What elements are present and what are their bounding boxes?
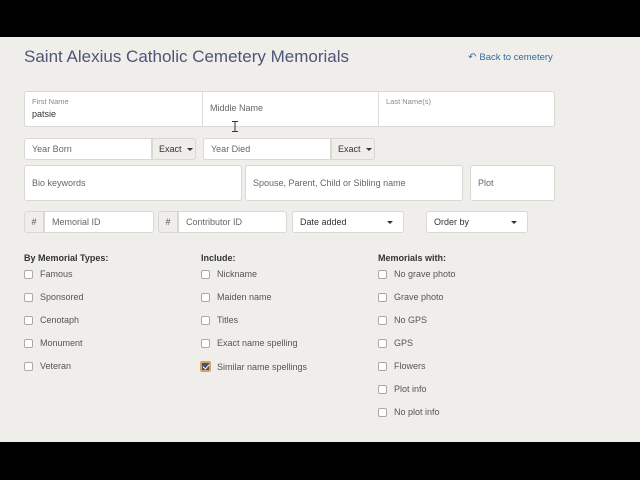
checkbox-box[interactable] — [378, 292, 387, 302]
relatives-placeholder: Spouse, Parent, Child or Sibling name — [253, 178, 406, 188]
relatives-input[interactable]: Spouse, Parent, Child or Sibling name — [245, 165, 463, 201]
year-born-match-dropdown[interactable]: Exact — [152, 138, 196, 160]
middle-name-field[interactable]: Middle Name — [203, 92, 378, 126]
checkbox-box[interactable] — [378, 269, 387, 279]
search-page: Saint Alexius Catholic Cemetery Memorial… — [0, 37, 640, 442]
year-born-placeholder: Year Born — [32, 144, 72, 154]
contributor-id-placeholder: Contributor ID — [186, 217, 243, 227]
memorials-with-heading: Memorials with: — [378, 253, 447, 263]
order-by-value: Order by — [434, 217, 470, 227]
bio-keywords-placeholder: Bio keywords — [32, 178, 86, 188]
checkbox-label: Maiden name — [217, 292, 272, 302]
checkbox-box[interactable] — [378, 407, 387, 417]
name-fields-group: First Name patsie Middle Name Last Name(… — [24, 91, 555, 127]
back-arrow-icon: ↶ — [468, 51, 477, 63]
year-born-input[interactable]: Year Born — [24, 138, 152, 160]
caret-down-icon — [387, 221, 393, 224]
first-name-value: patsie — [32, 109, 57, 119]
checkbox-box[interactable] — [378, 315, 387, 325]
checkbox-similar-name-spellings[interactable]: Similar name spellings — [200, 361, 308, 372]
year-died-placeholder: Year Died — [211, 144, 251, 154]
checkbox-flowers[interactable]: Flowers — [378, 361, 426, 371]
checkbox-label: Veteran — [40, 361, 72, 371]
checkbox-no-plot-info[interactable]: No plot info — [378, 407, 440, 417]
memorial-types-heading: By Memorial Types: — [24, 253, 109, 263]
back-link-label: Back to cemetery — [479, 52, 553, 63]
include-heading: Include: — [201, 253, 236, 263]
checkbox-exact-name-spelling[interactable]: Exact name spelling — [201, 338, 298, 348]
checkbox-label: Monument — [40, 338, 83, 348]
checkbox-box[interactable] — [201, 338, 210, 348]
hash-icon: # — [158, 211, 178, 233]
contributor-id-input[interactable]: Contributor ID — [178, 211, 287, 233]
order-by-select[interactable]: Order by — [426, 211, 528, 233]
checkbox-label: No grave photo — [394, 269, 456, 279]
checkbox-label: Cenotaph — [40, 315, 80, 325]
checkbox-label: Titles — [217, 315, 239, 325]
year-died-input[interactable]: Year Died — [203, 138, 331, 160]
checkbox-label: Grave photo — [394, 292, 444, 302]
checkbox-box[interactable] — [24, 292, 33, 302]
page-title: Saint Alexius Catholic Cemetery Memorial… — [24, 47, 350, 66]
checkbox-label: GPS — [394, 338, 414, 348]
checkbox-sponsored[interactable]: Sponsored — [24, 292, 84, 302]
checkbox-label: Flowers — [394, 361, 426, 371]
checkbox-label: Exact name spelling — [217, 338, 298, 348]
caret-down-icon — [186, 147, 193, 151]
checkbox-label: Similar name spellings — [217, 361, 308, 372]
checkbox-titles[interactable]: Titles — [201, 315, 238, 325]
checkbox-box[interactable] — [201, 315, 210, 325]
checkbox-famous[interactable]: Famous — [24, 269, 73, 279]
last-name-field[interactable]: Last Name(s) — [379, 92, 554, 126]
last-name-label: Last Name(s) — [386, 97, 432, 106]
checkbox-box[interactable] — [24, 315, 33, 325]
plot-input[interactable]: Plot — [470, 165, 555, 201]
checkbox-plot-info[interactable]: Plot info — [378, 384, 427, 394]
checkbox-no-grave-photo[interactable]: No grave photo — [378, 269, 456, 279]
first-name-field[interactable]: First Name patsie — [25, 92, 202, 126]
caret-down-icon — [365, 147, 372, 151]
year-died-match-dropdown[interactable]: Exact — [331, 138, 375, 160]
plot-placeholder: Plot — [478, 178, 494, 188]
checkbox-box[interactable] — [378, 384, 387, 394]
text-cursor-icon — [232, 121, 238, 132]
checkbox-veteran[interactable]: Veteran — [24, 361, 71, 371]
middle-name-placeholder: Middle Name — [210, 103, 264, 113]
checkbox-label: Sponsored — [40, 292, 84, 302]
first-name-label: First Name — [32, 97, 69, 106]
checkbox-box[interactable] — [378, 361, 387, 371]
checkbox-box[interactable] — [24, 338, 33, 348]
date-added-value: Date added — [300, 217, 347, 227]
checkbox-nickname[interactable]: Nickname — [201, 269, 257, 279]
year-born-match-value: Exact — [159, 144, 182, 154]
checkbox-monument[interactable]: Monument — [24, 338, 83, 348]
back-to-cemetery-link[interactable]: ↶ Back to cemetery — [468, 52, 553, 63]
caret-down-icon — [511, 221, 517, 224]
checkbox-box[interactable] — [378, 338, 387, 348]
checkbox-box[interactable] — [201, 269, 210, 279]
checkbox-label: Nickname — [217, 269, 258, 279]
date-added-select[interactable]: Date added — [292, 211, 404, 233]
memorial-id-input[interactable]: Memorial ID — [44, 211, 154, 233]
checkbox-box-checked[interactable] — [200, 361, 211, 372]
checkbox-box[interactable] — [24, 361, 33, 371]
checkbox-box[interactable] — [201, 292, 210, 302]
checkbox-label: No plot info — [394, 407, 440, 417]
checkbox-label: Famous — [40, 269, 73, 279]
hash-icon: # — [24, 211, 44, 233]
bio-keywords-input[interactable]: Bio keywords — [24, 165, 242, 201]
checkbox-gps[interactable]: GPS — [378, 338, 413, 348]
checkbox-no-gps[interactable]: No GPS — [378, 315, 427, 325]
checkbox-cenotaph[interactable]: Cenotaph — [24, 315, 79, 325]
memorial-id-placeholder: Memorial ID — [52, 217, 101, 227]
year-died-match-value: Exact — [338, 144, 361, 154]
checkbox-label: Plot info — [394, 384, 427, 394]
checkbox-grave-photo[interactable]: Grave photo — [378, 292, 444, 302]
checkbox-label: No GPS — [394, 315, 428, 325]
checkbox-box[interactable] — [24, 269, 33, 279]
checkbox-maiden-name[interactable]: Maiden name — [201, 292, 272, 302]
